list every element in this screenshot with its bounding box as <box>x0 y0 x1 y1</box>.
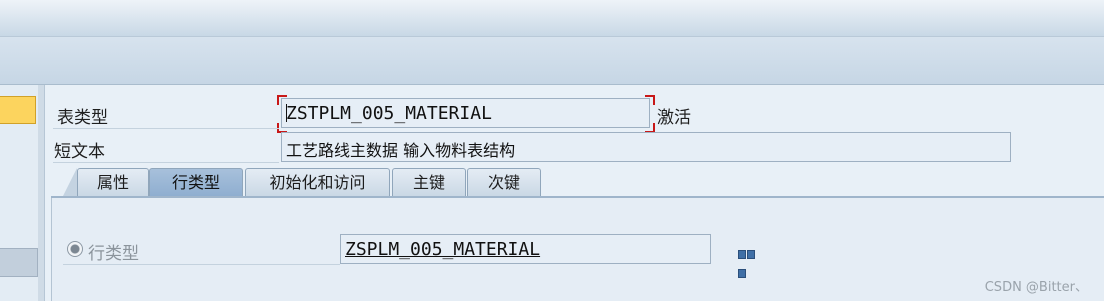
table-type-label: 表类型 <box>57 108 108 128</box>
focus-marker <box>645 95 655 105</box>
row-divider <box>63 264 340 265</box>
short-text-field[interactable]: 工艺路线主数据 输入物料表结构 <box>281 132 1011 162</box>
focus-marker <box>277 95 287 105</box>
short-text-label: 短文本 <box>54 142 105 162</box>
tab-initialization-access[interactable]: 初始化和访问 <box>245 168 390 196</box>
tab-strip-edge <box>63 168 77 196</box>
left-pane-item[interactable] <box>0 248 38 277</box>
table-type-field[interactable]: ZSTPLM_005_MATERIAL <box>281 98 650 128</box>
activation-status: 激活 <box>657 108 691 128</box>
tab-primary-key[interactable]: 主键 <box>392 168 466 196</box>
row-divider <box>53 162 279 163</box>
text-cursor <box>286 104 287 122</box>
tab-attributes[interactable]: 属性 <box>77 168 149 196</box>
tab-secondary-key[interactable]: 次键 <box>467 168 541 196</box>
tab-line-type[interactable]: 行类型 <box>149 168 243 196</box>
left-pane-scrollbar[interactable] <box>38 85 44 301</box>
row-divider <box>53 128 279 129</box>
multiple-selection-icon[interactable] <box>738 244 762 278</box>
left-pane-selected-item[interactable] <box>0 96 36 124</box>
line-type-field[interactable]: ZSPLM_005_MATERIAL <box>340 234 711 264</box>
line-type-radio[interactable] <box>67 241 83 257</box>
watermark: CSDN @Bitter、 <box>984 280 1088 295</box>
toolbar <box>0 37 1104 85</box>
title-bar <box>0 0 1104 37</box>
line-type-radio-label: 行类型 <box>88 244 139 264</box>
